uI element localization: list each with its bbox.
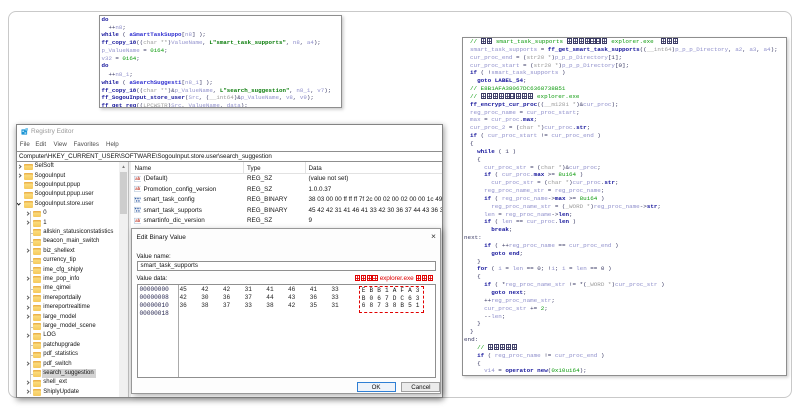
svg-text:ab: ab [135, 218, 140, 223]
svg-text:ab: ab [135, 186, 140, 191]
svg-text:ab: ab [135, 176, 140, 181]
